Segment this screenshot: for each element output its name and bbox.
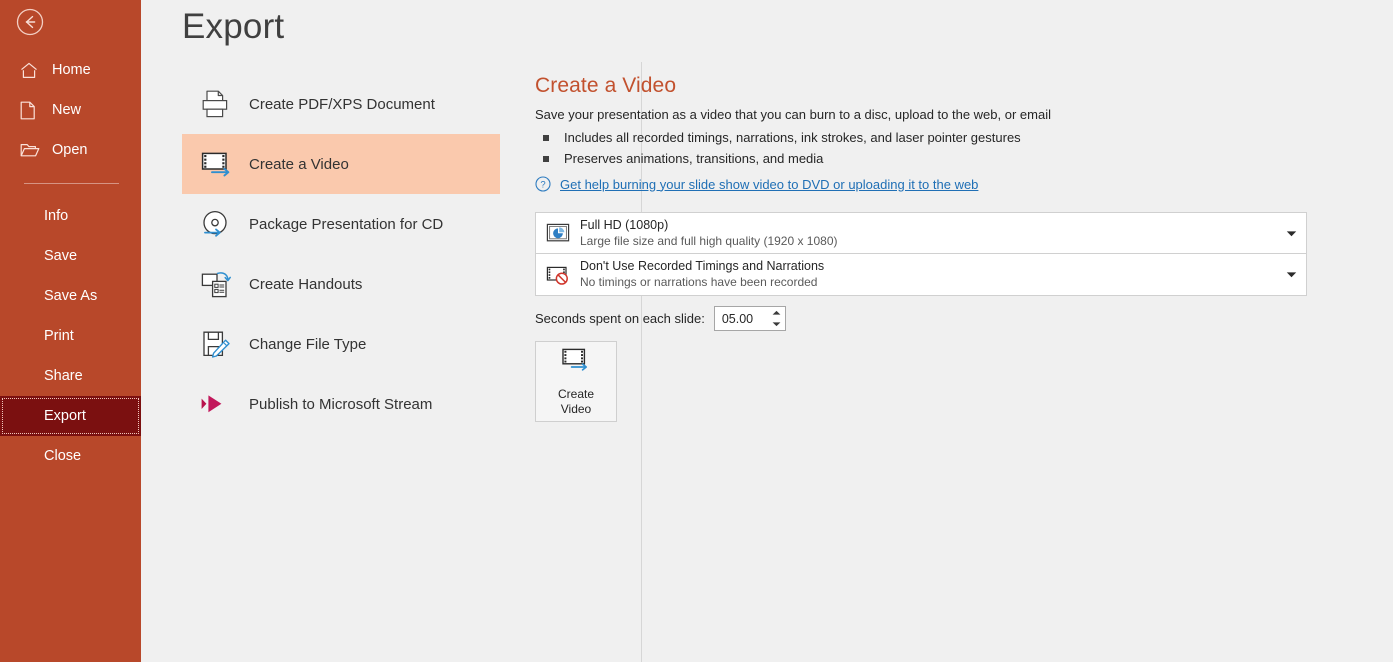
stepper-buttons [769, 307, 785, 330]
export-option-label: Create a Video [249, 155, 349, 173]
sidebar-item-label: New [52, 101, 82, 118]
create-video-button-line1: Create [557, 387, 595, 401]
page-title: Export [182, 7, 285, 46]
create-video-detail-panel: Create a Video Save your presentation as… [501, 0, 1393, 662]
back-button[interactable] [15, 7, 45, 37]
sidebar-item-close[interactable]: Close [0, 436, 141, 476]
microsoft-stream-icon [197, 385, 235, 423]
monitor-quality-icon [536, 221, 580, 245]
export-option-label: Package Presentation for CD [249, 215, 444, 233]
export-option-create-a-video[interactable]: Create a Video [182, 134, 500, 194]
sidebar-item-label: Share [44, 367, 83, 384]
help-link-row[interactable]: ? Get help burning your slide show video… [535, 176, 1393, 192]
bullet-square-icon [543, 156, 549, 162]
change-file-type-icon [197, 325, 235, 363]
video-quality-text: Full HD (1080p) Large file size and full… [580, 218, 1276, 249]
sidebar-bottom-group: Info Save Save As Print Share Export Clo… [0, 196, 141, 476]
bullet-square-icon [543, 135, 549, 141]
sidebar-top-group: Home New Open [0, 50, 141, 170]
no-timings-icon [536, 263, 580, 287]
powerpoint-export-backstage: Home New Open Info Save Save As Print Sh… [0, 0, 1393, 662]
video-quality-dropdown[interactable]: Full HD (1080p) Large file size and full… [535, 212, 1307, 254]
sidebar-item-save[interactable]: Save [0, 236, 141, 276]
export-option-create-pdf-xps[interactable]: Create PDF/XPS Document [182, 74, 500, 134]
export-option-publish-to-microsoft-stream[interactable]: Publish to Microsoft Stream [182, 374, 500, 434]
export-options-list: Create PDF/XPS Document Create a Video P… [182, 74, 500, 434]
sidebar-item-new[interactable]: New [0, 90, 141, 130]
detail-bullet-list: Includes all recorded timings, narration… [535, 127, 1393, 169]
help-link-text: Get help burning your slide show video t… [560, 176, 979, 192]
export-options-column: Export Create PDF/XPS Document Create a … [141, 0, 642, 662]
svg-text:?: ? [540, 180, 545, 191]
back-arrow-icon [16, 8, 44, 36]
sidebar-item-label: Print [44, 327, 74, 344]
backstage-sidebar: Home New Open Info Save Save As Print Sh… [0, 0, 141, 662]
seconds-per-slide-row: Seconds spent on each slide: 05.00 [535, 306, 1393, 331]
open-folder-icon [20, 140, 42, 160]
detail-bullet-text: Preserves animations, transitions, and m… [564, 151, 824, 166]
sidebar-item-open[interactable]: Open [0, 130, 141, 170]
recorded-timings-title: Don't Use Recorded Timings and Narration… [580, 259, 825, 273]
create-video-button[interactable]: Create Video [535, 341, 617, 422]
export-option-package-presentation-for-cd[interactable]: Package Presentation for CD [182, 194, 500, 254]
stepper-up-button[interactable] [772, 308, 781, 319]
export-option-change-file-type[interactable]: Change File Type [182, 314, 500, 374]
package-cd-icon [197, 205, 235, 243]
sidebar-item-home[interactable]: Home [0, 50, 141, 90]
detail-bullet-item: Includes all recorded timings, narration… [535, 127, 1393, 148]
sidebar-item-label: Home [52, 61, 91, 78]
sidebar-item-export[interactable]: Export [0, 396, 141, 436]
sidebar-item-share[interactable]: Share [0, 356, 141, 396]
sidebar-item-save-as[interactable]: Save As [0, 276, 141, 316]
export-option-create-handouts[interactable]: Create Handouts [182, 254, 500, 314]
export-option-label: Create PDF/XPS Document [249, 95, 435, 113]
stepper-down-button[interactable] [772, 319, 781, 330]
create-video-button-label: Create Video [558, 387, 594, 417]
seconds-per-slide-stepper[interactable]: 05.00 [713, 306, 786, 331]
video-quality-subtitle: Large file size and full high quality (1… [580, 233, 838, 248]
detail-title: Create a Video [535, 74, 677, 97]
sidebar-item-label: Export [44, 407, 86, 424]
recorded-timings-text: Don't Use Recorded Timings and Narration… [580, 259, 1276, 290]
new-document-icon [20, 100, 42, 120]
create-video-button-line2: Video [560, 402, 592, 416]
sidebar-divider [24, 183, 119, 184]
chevron-down-icon[interactable] [1276, 271, 1306, 278]
pdf-xps-icon [197, 85, 235, 123]
recorded-timings-subtitle: No timings or narrations have been recor… [580, 275, 818, 289]
chevron-down-icon[interactable] [1276, 230, 1306, 237]
home-icon [20, 60, 42, 80]
sidebar-item-label: Open [52, 141, 88, 158]
create-handouts-icon [197, 265, 235, 303]
export-option-label: Publish to Microsoft Stream [249, 395, 433, 413]
detail-bullet-item: Preserves animations, transitions, and m… [535, 148, 1393, 169]
export-option-label: Create Handouts [249, 275, 363, 293]
detail-bullet-text: Includes all recorded timings, narration… [564, 130, 1021, 145]
seconds-per-slide-label: Seconds spent on each slide: [535, 311, 705, 326]
recorded-timings-dropdown[interactable]: Don't Use Recorded Timings and Narration… [535, 254, 1307, 296]
sidebar-item-print[interactable]: Print [0, 316, 141, 356]
create-video-icon [559, 346, 593, 381]
create-video-icon [197, 145, 235, 183]
detail-description: Save your presentation as a video that y… [535, 107, 1051, 122]
sidebar-item-label: Info [44, 207, 69, 224]
video-quality-title: Full HD (1080p) [580, 217, 669, 232]
seconds-per-slide-value[interactable]: 05.00 [715, 312, 769, 326]
sidebar-item-info[interactable]: Info [0, 196, 141, 236]
help-question-icon: ? [535, 176, 551, 192]
sidebar-item-label: Close [44, 447, 82, 464]
sidebar-item-label: Save [44, 247, 78, 264]
export-option-label: Change File Type [249, 335, 367, 353]
sidebar-item-label: Save As [44, 287, 98, 304]
video-settings-dropdowns: Full HD (1080p) Large file size and full… [535, 212, 1307, 296]
